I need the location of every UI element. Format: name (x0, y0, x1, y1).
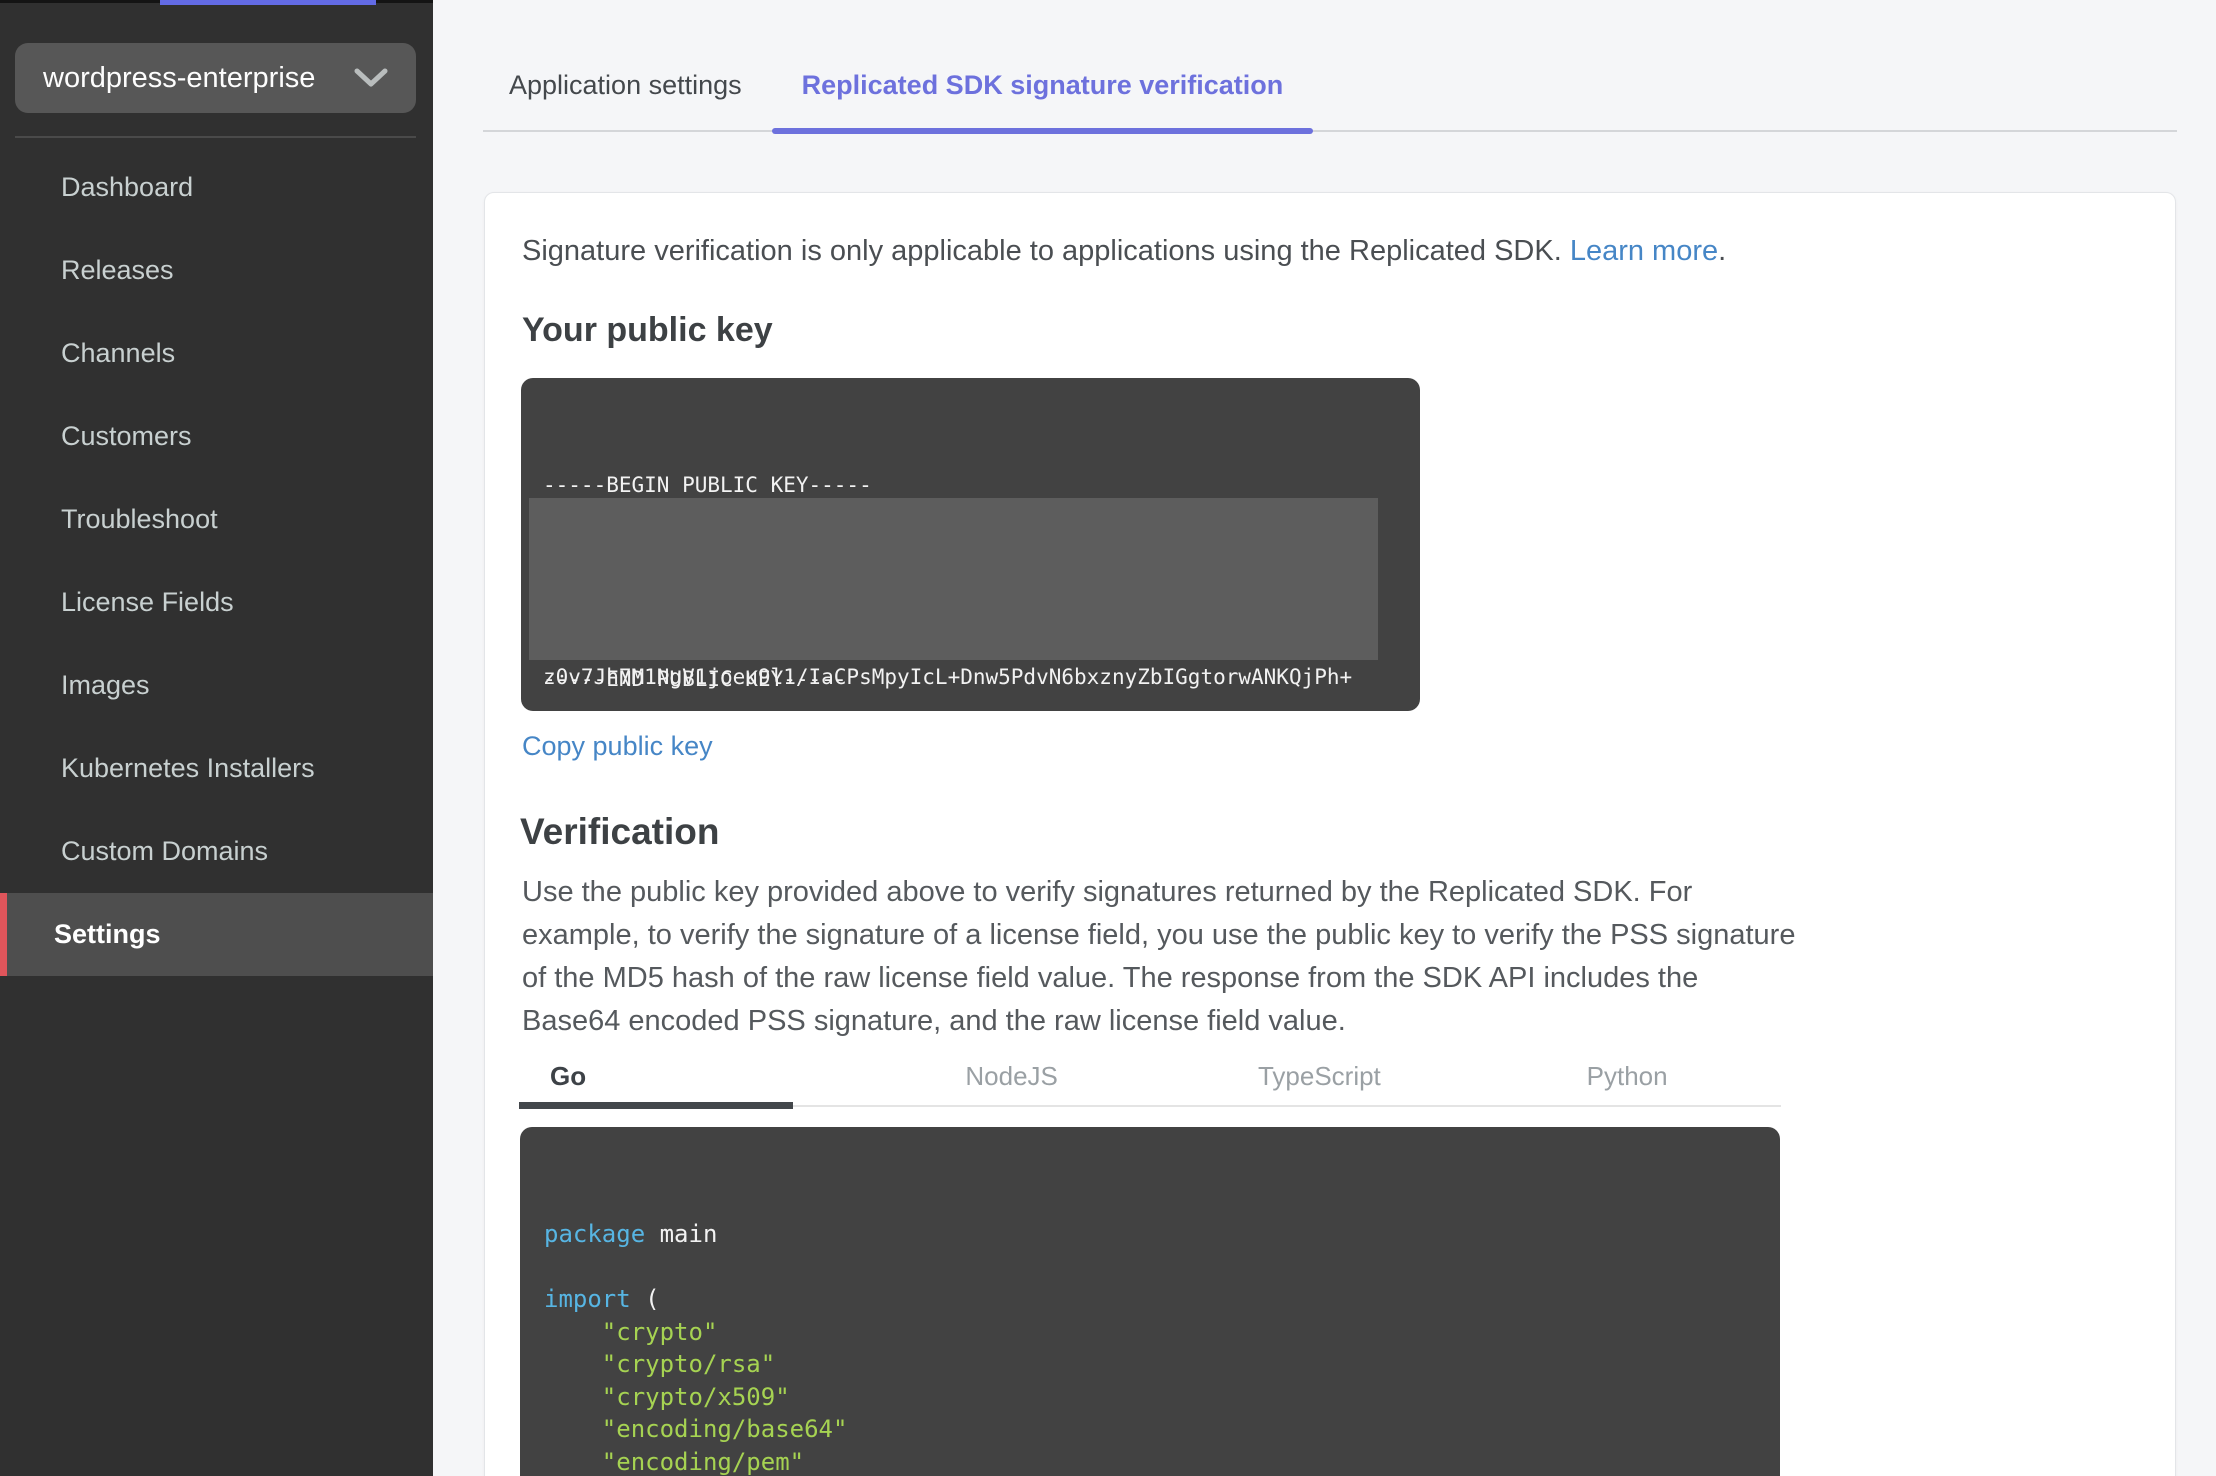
sidebar-item-dashboard[interactable]: Dashboard (0, 146, 433, 229)
code-token: ( (630, 1285, 660, 1313)
tab-application-settings[interactable]: Application settings (483, 39, 772, 131)
code-tab-nodejs[interactable]: NodeJS (858, 1047, 1166, 1105)
code-line: "crypto" (544, 1316, 1780, 1349)
sidebar-item-images[interactable]: Images (0, 644, 433, 727)
verification-heading: Verification (520, 811, 720, 852)
code-token: "crypto/x509" (544, 1382, 790, 1411)
sidebar-item-license-fields[interactable]: License Fields (0, 561, 433, 644)
copy-public-key-link[interactable]: Copy public key (522, 731, 713, 762)
sidebar-item-kubernetes-installers[interactable]: Kubernetes Installers (0, 727, 433, 810)
sidebar-item-troubleshoot[interactable]: Troubleshoot (0, 478, 433, 561)
chevron-down-icon (354, 68, 388, 87)
app-selector-dropdown[interactable]: wordpress-enterprise (15, 43, 416, 113)
intro-line: Signature verification is only applicabl… (522, 235, 1726, 268)
sidebar-item-settings[interactable]: Settings (0, 893, 433, 976)
code-token: import (544, 1285, 631, 1313)
code-tab-python[interactable]: Python (1473, 1047, 1781, 1105)
code-line: "encoding/base64" (544, 1413, 1780, 1446)
code-line: import ( (544, 1283, 1780, 1316)
settings-tabs: Application settings Replicated SDK sign… (483, 39, 2177, 134)
code-tab-typescript[interactable]: TypeScript (1166, 1047, 1474, 1105)
sidebar-item-channels[interactable]: Channels (0, 312, 433, 395)
sidebar-item-custom-domains[interactable]: Custom Domains (0, 810, 433, 893)
public-key-heading: Your public key (522, 311, 773, 349)
code-line: "crypto/rsa" (544, 1348, 1780, 1381)
public-key-end-line: -----END PUBLIC KEY----- (543, 667, 847, 691)
code-language-tabs: Go NodeJS TypeScript Python (519, 1047, 1781, 1109)
code-token: main (645, 1220, 718, 1248)
code-content: package main import ( "crypto" "crypto/r… (544, 1218, 1780, 1476)
verification-paragraph: Use the public key provided above to ver… (522, 876, 1796, 1037)
sidebar-divider (15, 136, 416, 138)
sidebar-nav: Dashboard Releases Channels Customers Tr… (0, 146, 433, 976)
public-key-block: -----BEGIN PUBLIC KEY----- MIIBIjANBgkqh… (521, 378, 1420, 711)
code-token: "crypto" (544, 1317, 718, 1346)
public-key-redacted-region (529, 498, 1378, 660)
code-token: "encoding/base64" (544, 1415, 848, 1443)
top-accent-bar (160, 0, 376, 5)
code-token: "crypto/rsa" (544, 1350, 776, 1378)
sidebar-item-customers[interactable]: Customers (0, 395, 433, 478)
code-line: "crypto/x509" (544, 1381, 1780, 1414)
signature-verification-card: Signature verification is only applicabl… (484, 192, 2176, 1476)
code-line: "encoding/pem" (544, 1446, 1780, 1476)
code-block: package main import ( "crypto" "crypto/r… (520, 1127, 1780, 1476)
code-token: "encoding/pem" (544, 1447, 805, 1476)
public-key-begin-line: -----BEGIN PUBLIC KEY----- (543, 473, 872, 497)
tab-replicated-sdk-signature-verification[interactable]: Replicated SDK signature verification (771, 39, 1314, 134)
sidebar: wordpress-enterprise Dashboard Releases … (0, 0, 433, 1476)
code-tab-go[interactable]: Go (519, 1047, 858, 1109)
intro-suffix: . (1718, 235, 1727, 267)
app-selector-label: wordpress-enterprise (43, 61, 316, 94)
learn-more-link[interactable]: Learn more (1570, 235, 1718, 267)
sidebar-item-releases[interactable]: Releases (0, 229, 433, 312)
main-content: Application settings Replicated SDK sign… (433, 0, 2216, 1476)
code-token: package (544, 1220, 646, 1248)
code-line: package main (544, 1218, 1780, 1251)
intro-text: Signature verification is only applicabl… (522, 235, 1570, 267)
